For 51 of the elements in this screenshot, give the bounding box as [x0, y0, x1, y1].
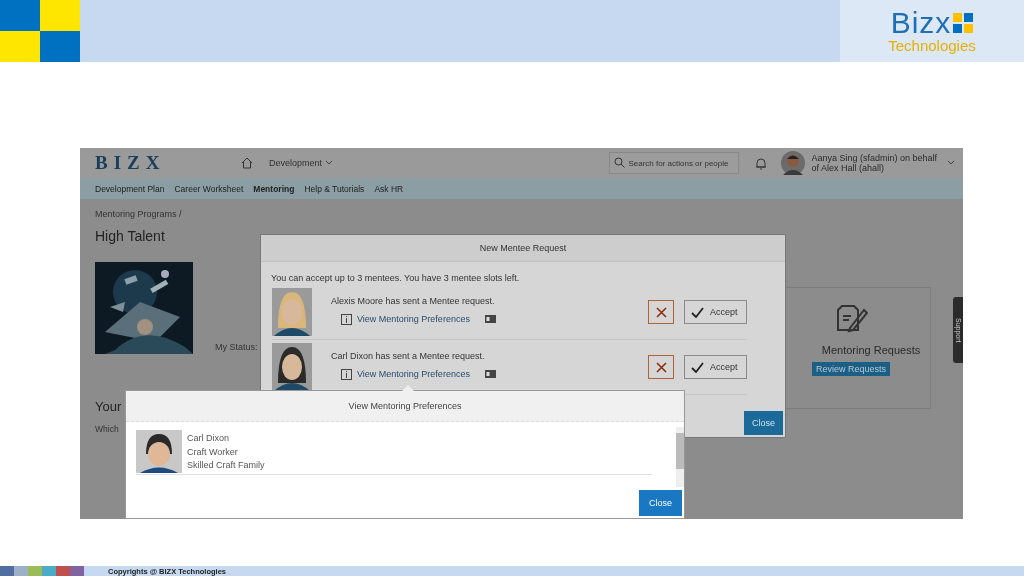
bell-icon[interactable]	[755, 156, 768, 170]
user-name: Aanya Sing (sfadmin) on behalf	[811, 153, 937, 163]
logo-tagline: Technologies	[888, 38, 976, 54]
nav-tab[interactable]: Development Plan	[95, 183, 165, 194]
slots-message: You can accept up to 3 mentees. You have 3 mentee slots left.	[271, 273, 521, 283]
review-requests-button[interactable]: Review Requests	[812, 362, 890, 376]
search-icon	[614, 157, 626, 168]
home-icon[interactable]	[241, 157, 253, 169]
breadcrumb[interactable]: Mentoring Programs /	[95, 209, 963, 219]
decline-button[interactable]	[648, 355, 674, 379]
section-heading: Your	[95, 399, 122, 414]
person-detail: Skilled Craft Family	[187, 459, 265, 472]
preferences-link[interactable]: View Mentoring Preferences	[357, 314, 470, 324]
app-logo: BIZX	[95, 152, 167, 174]
section-text: Which	[95, 424, 119, 434]
person-detail: Carl Dixon	[187, 432, 230, 445]
chevron-icon[interactable]	[947, 160, 955, 166]
status-label: My Status:	[215, 342, 258, 352]
page-title: High Talent	[95, 228, 166, 244]
id-card-icon[interactable]	[484, 370, 496, 378]
close-button[interactable]: Close	[744, 411, 783, 435]
check-icon	[691, 361, 704, 373]
accept-button[interactable]: Accept	[684, 300, 747, 324]
nav-tab[interactable]: Mentoring	[253, 183, 295, 194]
dialog-title: View Mentoring Preferences	[348, 401, 462, 411]
search-field[interactable]: Search for actions or people	[609, 152, 740, 174]
person-detail: Craft Worker	[187, 445, 239, 459]
preferences-link[interactable]: View Mentoring Preferences	[357, 369, 470, 379]
check-icon	[691, 306, 704, 318]
dialog-title: New Mentee Request	[479, 243, 567, 253]
request-message: Carl Dixon has sent a Mentee request.	[331, 350, 486, 361]
scrollbar[interactable]	[676, 427, 684, 487]
close-icon	[655, 306, 667, 318]
logo-squares-icon	[953, 13, 974, 33]
decline-button[interactable]	[648, 300, 674, 324]
nav-tab[interactable]: Help & Tutorials	[304, 183, 365, 194]
id-card-icon[interactable]	[484, 315, 496, 323]
info-icon	[341, 368, 352, 380]
nav-tab[interactable]: Ask HR	[374, 183, 404, 194]
module-menu[interactable]: Development	[269, 158, 334, 168]
user-name: of Alex Hall (ahall)	[811, 163, 885, 173]
info-icon	[341, 313, 352, 325]
chevron-icon	[325, 160, 334, 166]
accept-button[interactable]: Accept	[684, 355, 747, 379]
close-button[interactable]: Close	[639, 490, 682, 516]
document-pencil-icon	[834, 302, 868, 334]
close-icon	[655, 361, 667, 373]
nav-tab[interactable]: Career Worksheet	[174, 183, 244, 194]
logo-wordmark: Bizx	[890, 8, 952, 38]
card-title: Mentoring Requests	[820, 344, 921, 356]
request-message: Alexis Moore has sent a Mentee request.	[331, 295, 496, 306]
